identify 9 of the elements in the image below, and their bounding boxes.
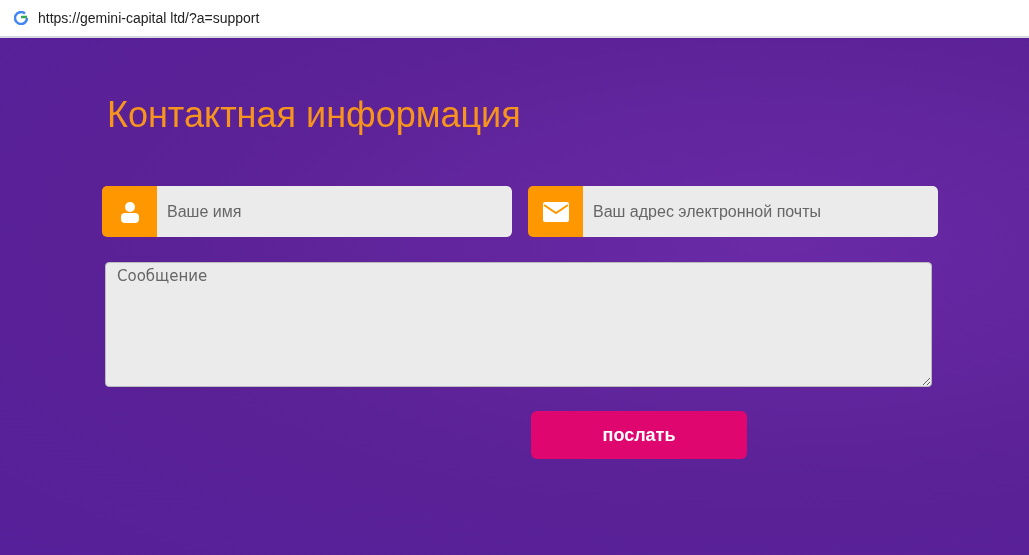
envelope-icon (542, 201, 569, 222)
name-field[interactable]: Ваше имя (157, 186, 512, 237)
message-field[interactable]: Сообщение (105, 262, 932, 387)
send-button[interactable]: послать (531, 411, 747, 459)
google-logo-icon (14, 11, 28, 25)
page-heading: Контактная информация (107, 94, 522, 136)
user-icon (119, 200, 140, 223)
email-field[interactable]: Ваш адрес электронной почты (583, 186, 938, 237)
url-text: https://gemini-capital ltd/?a=support (38, 10, 260, 26)
